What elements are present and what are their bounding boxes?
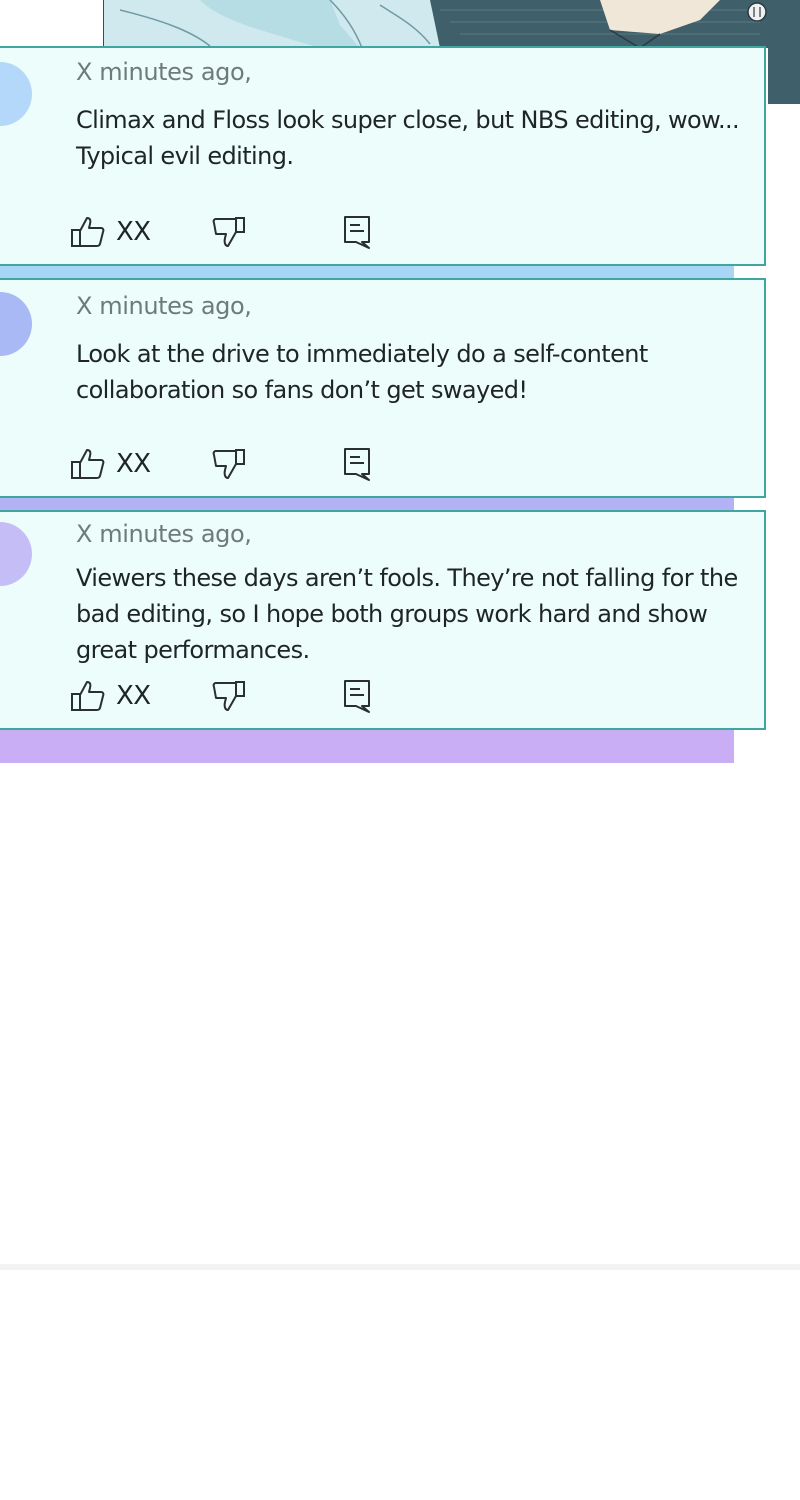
comment-actions: XX <box>70 676 390 716</box>
comment-actions: XX <box>70 212 390 252</box>
comment-icon <box>344 216 370 249</box>
dislike-button[interactable] <box>210 444 246 484</box>
like-button[interactable]: XX <box>70 444 151 484</box>
comment-actions: XX <box>70 444 390 484</box>
reply-button[interactable] <box>342 212 374 252</box>
comment-timestamp: X minutes ago, <box>76 520 252 548</box>
comment-timestamp: X minutes ago, <box>76 292 252 320</box>
thumbs-up-icon <box>71 681 105 711</box>
thumbs-down-icon <box>212 449 245 479</box>
comment-text: Viewers these days aren’t fools. They’re… <box>76 564 738 664</box>
comment-icon <box>344 448 370 481</box>
avatar <box>0 292 32 356</box>
comment-text: Look at the drive to immediately do a se… <box>76 340 648 404</box>
comment-shadow-bar <box>0 726 734 763</box>
thumbs-down-icon <box>212 217 245 247</box>
comment-card: X minutes ago, Climax and Floss look sup… <box>0 46 766 266</box>
like-button[interactable]: XX <box>70 676 151 716</box>
thumbs-down-icon <box>212 681 245 711</box>
avatar <box>0 62 32 126</box>
comment-text: Climax and Floss look super close, but N… <box>76 106 740 170</box>
page-divider <box>0 1264 800 1270</box>
comment-icon <box>344 680 370 713</box>
comment-card: X minutes ago, Viewers these days aren’t… <box>0 510 766 730</box>
comment-timestamp: X minutes ago, <box>76 58 252 86</box>
dislike-button[interactable] <box>210 212 246 252</box>
avatar <box>0 522 32 586</box>
dislike-button[interactable] <box>210 676 246 716</box>
comment-card: X minutes ago, Look at the drive to imme… <box>0 278 766 498</box>
like-button[interactable]: XX <box>70 212 151 252</box>
like-count: XX <box>116 217 151 247</box>
reply-button[interactable] <box>342 676 374 716</box>
like-count: XX <box>116 681 151 711</box>
reply-button[interactable] <box>342 444 374 484</box>
thumbs-up-icon <box>71 449 105 479</box>
thumbs-up-icon <box>71 217 105 247</box>
like-count: XX <box>116 449 151 479</box>
